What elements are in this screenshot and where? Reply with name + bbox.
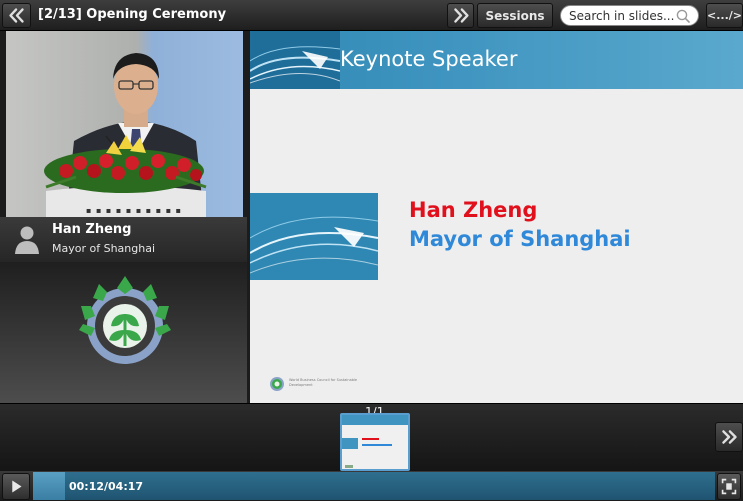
slide-heading: Keynote Speaker [340, 47, 518, 71]
fullscreen-button[interactable] [717, 473, 741, 500]
session-title: [2/13] Opening Ceremony [38, 7, 227, 22]
player-controls: 00:12/04:17 [0, 471, 743, 501]
filmstrip-next-button[interactable] [715, 422, 743, 452]
previous-session-button[interactable] [2, 3, 31, 28]
fullscreen-icon [721, 478, 737, 495]
slide-header-graphic [250, 31, 340, 89]
speaker-info-bar: Han Zheng Mayor of Shanghai [0, 217, 247, 262]
double-chevron-left-icon [9, 8, 24, 23]
slide-filmstrip: 1/1 [0, 403, 743, 471]
slide-middle-graphic [250, 193, 378, 280]
speaker-video-frame: ▪ ▪ ▪ ▪ ▪ ▪ ▪ ▪ ▪ ▪ [6, 31, 243, 217]
speaker-name: Han Zheng [52, 222, 132, 237]
double-chevron-right-icon [454, 8, 469, 23]
slide-thumbnail[interactable] [340, 413, 410, 471]
podium-text: ▪ ▪ ▪ ▪ ▪ ▪ ▪ ▪ ▪ ▪ [86, 206, 182, 215]
sessions-button[interactable]: Sessions [477, 3, 553, 28]
speaker-video[interactable]: ▪ ▪ ▪ ▪ ▪ ▪ ▪ ▪ ▪ ▪ [6, 31, 243, 217]
search-box [560, 5, 699, 26]
next-session-button[interactable] [447, 3, 474, 28]
wbcsd-logo-icon [79, 276, 171, 364]
play-icon [12, 480, 22, 493]
slide-footer-logo-icon [270, 377, 284, 391]
slide-speaker-name: Han Zheng [409, 198, 538, 222]
slide-speaker-role: Mayor of Shanghai [409, 227, 631, 251]
play-button[interactable] [2, 473, 30, 500]
search-input[interactable] [569, 8, 677, 24]
playback-time: 00:12/04:17 [69, 480, 144, 493]
person-silhouette-icon [15, 226, 39, 254]
embed-code-button[interactable]: <.../> [706, 3, 743, 28]
top-bar: [2/13] Opening Ceremony Sessions <.../> [0, 0, 743, 31]
search-icon[interactable] [676, 9, 690, 23]
organization-logo-panel [0, 262, 247, 403]
presentation-slide: Keynote Speaker Han Zheng Mayor of Shang… [250, 31, 743, 403]
speaker-role: Mayor of Shanghai [52, 242, 156, 255]
double-chevron-right-icon [722, 430, 737, 444]
slide-header-band: Keynote Speaker [250, 31, 743, 89]
progress-bar-fill [33, 472, 65, 500]
slide-footer-text: World Business Council for Sustainable D… [289, 378, 358, 387]
